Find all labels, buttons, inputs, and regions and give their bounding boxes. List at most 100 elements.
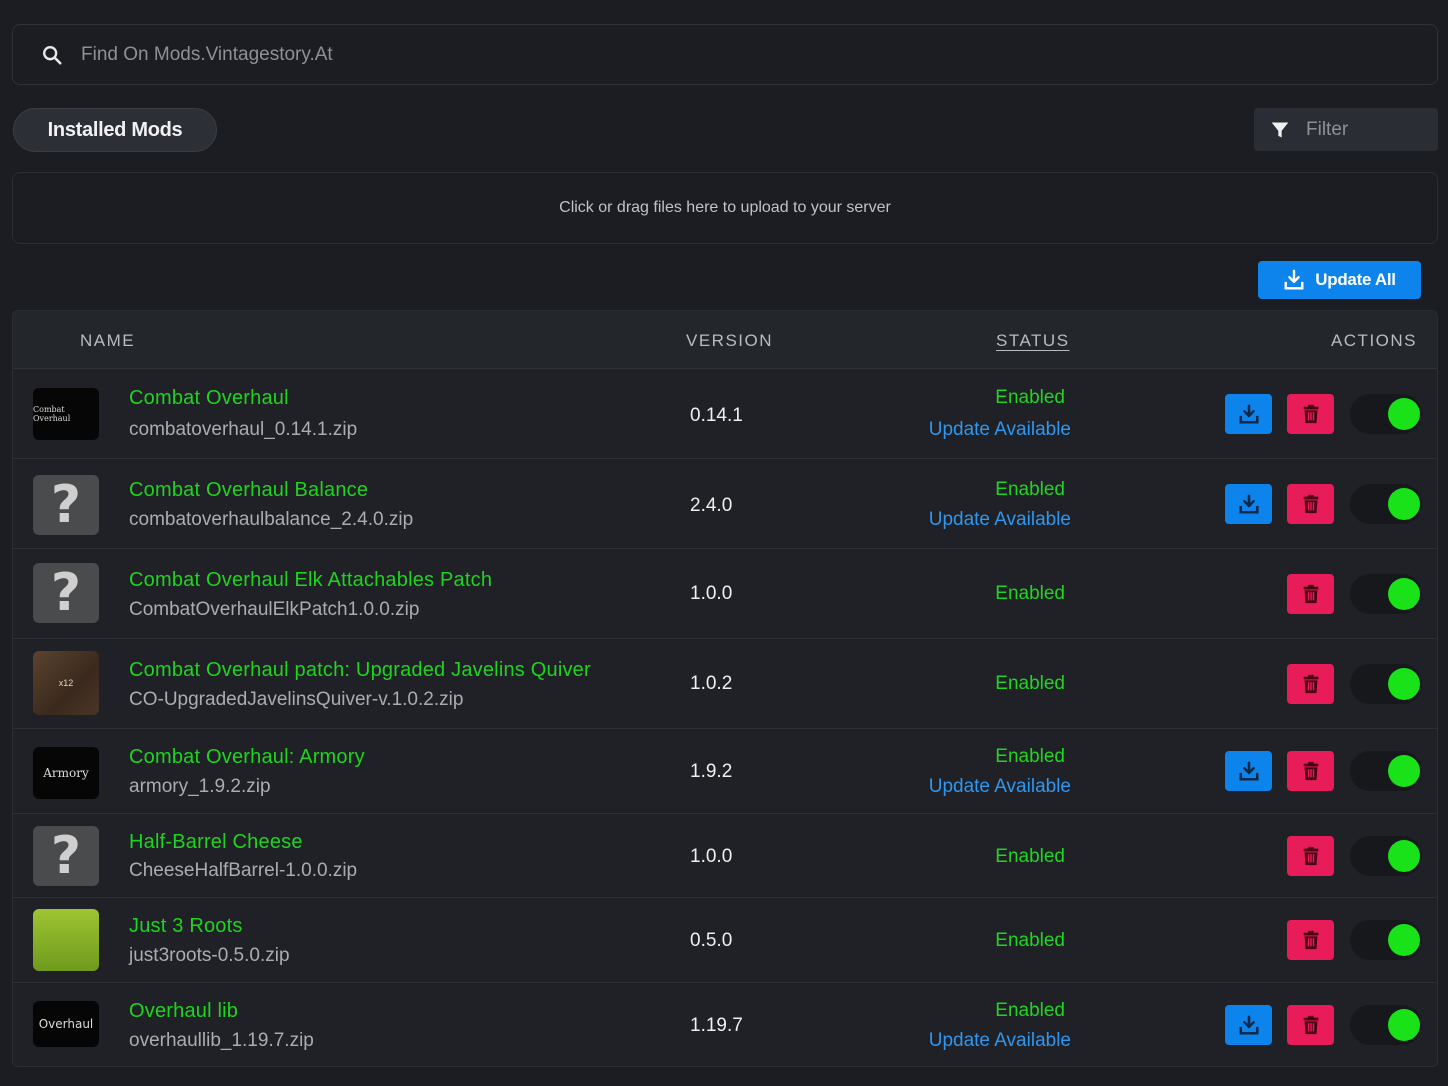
trash-icon <box>1303 846 1318 866</box>
status-update-available[interactable]: Update Available <box>929 1030 1071 1052</box>
mod-version: 1.0.0 <box>690 846 733 867</box>
mod-version: 1.0.2 <box>690 673 733 694</box>
filter-placeholder: Filter <box>1306 118 1349 140</box>
mod-title[interactable]: Combat Overhaul Elk Attachables Patch <box>129 569 492 592</box>
status-enabled: Enabled <box>995 930 1065 951</box>
toggle-knob <box>1388 840 1420 872</box>
filter-input[interactable]: Filter <box>1254 108 1438 151</box>
enable-toggle[interactable] <box>1350 484 1422 524</box>
download-icon <box>1238 1015 1259 1035</box>
table-header: NAME VERSION STATUS ACTIONS <box>13 311 1437 369</box>
search-input[interactable] <box>81 43 1281 66</box>
mod-filename: CheeseHalfBarrel-1.0.0.zip <box>129 860 358 881</box>
mod-filename: just3roots-0.5.0.zip <box>129 945 290 966</box>
table-row: Armory Combat Overhaul: Armory armory_1.… <box>13 729 1437 814</box>
mod-title[interactable]: Just 3 Roots <box>129 915 243 938</box>
trash-icon <box>1303 1015 1318 1035</box>
search-icon <box>43 45 62 65</box>
table-row: ? Combat Overhaul Balance combatoverhaul… <box>13 459 1437 549</box>
column-actions: ACTIONS <box>1330 331 1417 350</box>
enable-toggle[interactable] <box>1350 1005 1422 1045</box>
mod-title[interactable]: Combat Overhaul: Armory <box>129 746 365 769</box>
mod-version: 0.5.0 <box>690 930 733 951</box>
enable-toggle[interactable] <box>1350 394 1422 434</box>
trash-icon <box>1303 584 1318 604</box>
trash-icon <box>1303 761 1318 781</box>
status-enabled: Enabled <box>995 583 1065 604</box>
filter-icon <box>1271 122 1289 137</box>
mod-version: 1.19.7 <box>690 1015 743 1036</box>
trash-icon <box>1303 404 1318 424</box>
status-enabled: Enabled <box>995 846 1065 867</box>
download-icon <box>1238 404 1259 424</box>
trash-icon <box>1303 930 1318 950</box>
upload-dropzone[interactable]: Click or drag files here to upload to yo… <box>12 172 1438 244</box>
column-status[interactable]: STATUS <box>996 331 1070 351</box>
column-version: VERSION <box>686 331 774 350</box>
update-all-label: Update All <box>1315 270 1396 289</box>
table-row: Overhaul Overhaul lib overhaullib_1.19.7… <box>13 983 1437 1066</box>
toggle-knob <box>1388 488 1420 520</box>
table-row: Combat Overhaul Combat Overhaul combatov… <box>13 369 1437 459</box>
mod-filename: CO-UpgradedJavelinsQuiver-v.1.0.2.zip <box>129 689 464 710</box>
toggle-knob <box>1388 924 1420 956</box>
mod-thumbnail: Armory <box>33 747 99 799</box>
delete-mod-button[interactable] <box>1287 664 1334 704</box>
table-row: Just 3 Roots just3roots-0.5.0.zip 0.5.0 … <box>13 898 1437 983</box>
mod-thumbnail: ? <box>33 475 99 535</box>
delete-mod-button[interactable] <box>1287 920 1334 960</box>
download-icon <box>1238 494 1259 514</box>
mod-thumbnail: Overhaul <box>33 1001 99 1047</box>
enable-toggle[interactable] <box>1350 920 1422 960</box>
mod-title[interactable]: Combat Overhaul <box>129 387 289 410</box>
search-bar[interactable] <box>12 24 1438 85</box>
mod-version: 1.0.0 <box>690 583 733 604</box>
mod-title[interactable]: Half-Barrel Cheese <box>129 831 303 854</box>
enable-toggle[interactable] <box>1350 574 1422 614</box>
status-update-available[interactable]: Update Available <box>929 509 1071 531</box>
mod-version: 1.9.2 <box>690 761 733 782</box>
enable-toggle[interactable] <box>1350 751 1422 791</box>
enable-toggle[interactable] <box>1350 836 1422 876</box>
enable-toggle[interactable] <box>1350 664 1422 704</box>
mod-title[interactable]: Combat Overhaul Balance <box>129 479 368 502</box>
update-all-button[interactable]: Update All <box>1258 261 1421 299</box>
update-mod-button[interactable] <box>1225 751 1272 791</box>
table-row: x12 Combat Overhaul patch: Upgraded Jave… <box>13 639 1437 729</box>
delete-mod-button[interactable] <box>1287 1005 1334 1045</box>
toggle-knob <box>1388 668 1420 700</box>
table-row: ? Combat Overhaul Elk Attachables Patch … <box>13 549 1437 639</box>
column-name: NAME <box>80 331 136 350</box>
delete-mod-button[interactable] <box>1287 484 1334 524</box>
status-update-available[interactable]: Update Available <box>929 776 1071 798</box>
table-row: ? Half-Barrel Cheese CheeseHalfBarrel-1.… <box>13 814 1437 898</box>
status-enabled: Enabled <box>995 673 1065 694</box>
mod-version: 0.14.1 <box>690 405 743 426</box>
delete-mod-button[interactable] <box>1287 574 1334 614</box>
status-enabled: Enabled <box>995 746 1065 767</box>
tab-installed-mods[interactable]: Installed Mods <box>13 108 217 152</box>
delete-mod-button[interactable] <box>1287 751 1334 791</box>
status-enabled: Enabled <box>995 1000 1065 1021</box>
mod-version: 2.4.0 <box>690 495 733 516</box>
mods-table: NAME VERSION STATUS ACTIONS Combat Overh… <box>12 310 1438 1067</box>
toggle-knob <box>1388 1009 1420 1041</box>
delete-mod-button[interactable] <box>1287 394 1334 434</box>
mod-thumbnail: Combat Overhaul <box>33 388 99 440</box>
mod-filename: combatoverhaul_0.14.1.zip <box>129 419 358 440</box>
download-icon <box>1284 269 1304 290</box>
mod-filename: overhaullib_1.19.7.zip <box>129 1030 314 1051</box>
mod-thumbnail: ? <box>33 826 99 886</box>
mod-title[interactable]: Overhaul lib <box>129 1000 238 1023</box>
delete-mod-button[interactable] <box>1287 836 1334 876</box>
update-mod-button[interactable] <box>1225 484 1272 524</box>
update-mod-button[interactable] <box>1225 1005 1272 1045</box>
update-mod-button[interactable] <box>1225 394 1272 434</box>
status-update-available[interactable]: Update Available <box>929 419 1071 441</box>
toggle-knob <box>1388 755 1420 787</box>
mod-thumbnail <box>33 909 99 971</box>
status-enabled: Enabled <box>995 479 1065 500</box>
dropzone-text: Click or drag files here to upload to yo… <box>559 199 891 216</box>
trash-icon <box>1303 674 1318 694</box>
mod-title[interactable]: Combat Overhaul patch: Upgraded Javelins… <box>129 659 591 682</box>
